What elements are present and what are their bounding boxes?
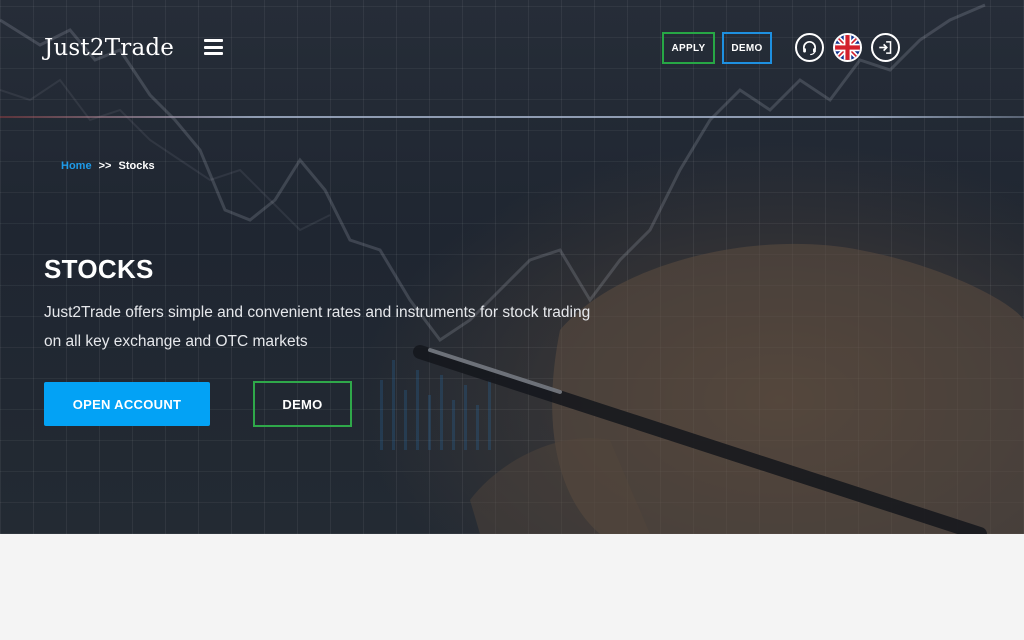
- demo-header-button[interactable]: DEMO: [722, 32, 772, 64]
- hero-subtitle: Just2Trade offers simple and convenient …: [44, 298, 644, 356]
- open-account-button[interactable]: OPEN ACCOUNT: [44, 382, 210, 426]
- hero-subtitle-line-1: Just2Trade offers simple and convenient …: [44, 304, 591, 321]
- brand-logo[interactable]: Just2Trade: [44, 35, 174, 61]
- hamburger-menu-icon[interactable]: [204, 39, 223, 55]
- content-area: [0, 534, 1024, 640]
- headset-icon[interactable]: [795, 33, 824, 62]
- breadcrumb-home-link[interactable]: Home: [61, 160, 92, 172]
- apply-button[interactable]: APPLY: [662, 32, 715, 64]
- breadcrumb-current: Stocks: [118, 160, 155, 172]
- hero-subtitle-line-2: on all key exchange and OTC markets: [44, 333, 308, 350]
- login-icon[interactable]: [871, 33, 900, 62]
- page-title: STOCKS: [44, 254, 154, 284]
- hero-section: Just2Trade APPLY DEMO Home >> Stocks STO…: [0, 0, 1024, 534]
- header-divider: [0, 116, 1024, 118]
- uk-flag-icon[interactable]: [833, 33, 862, 62]
- breadcrumb: Home >> Stocks: [61, 160, 155, 172]
- demo-button[interactable]: DEMO: [253, 381, 352, 427]
- breadcrumb-separator: >>: [98, 160, 112, 172]
